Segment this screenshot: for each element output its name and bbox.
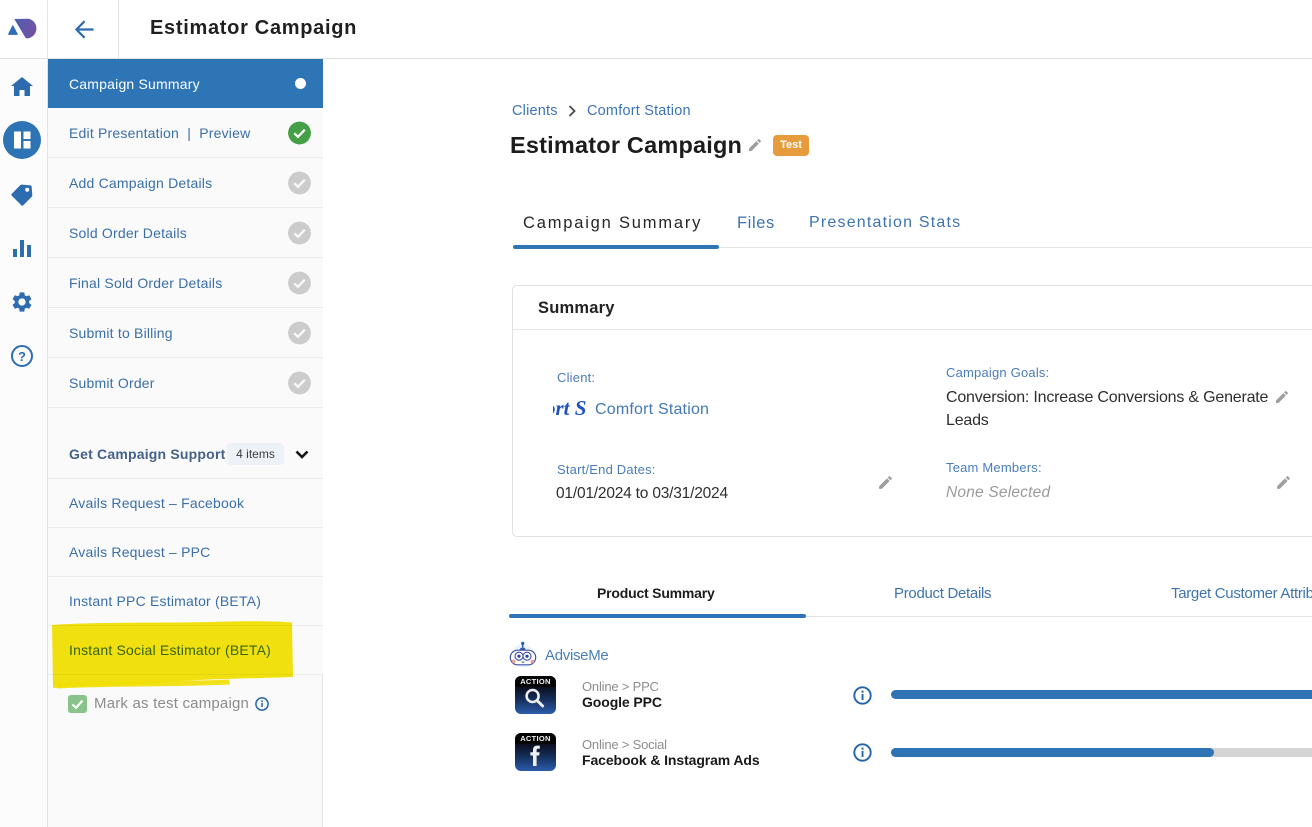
svg-text:?: ? bbox=[18, 349, 26, 364]
